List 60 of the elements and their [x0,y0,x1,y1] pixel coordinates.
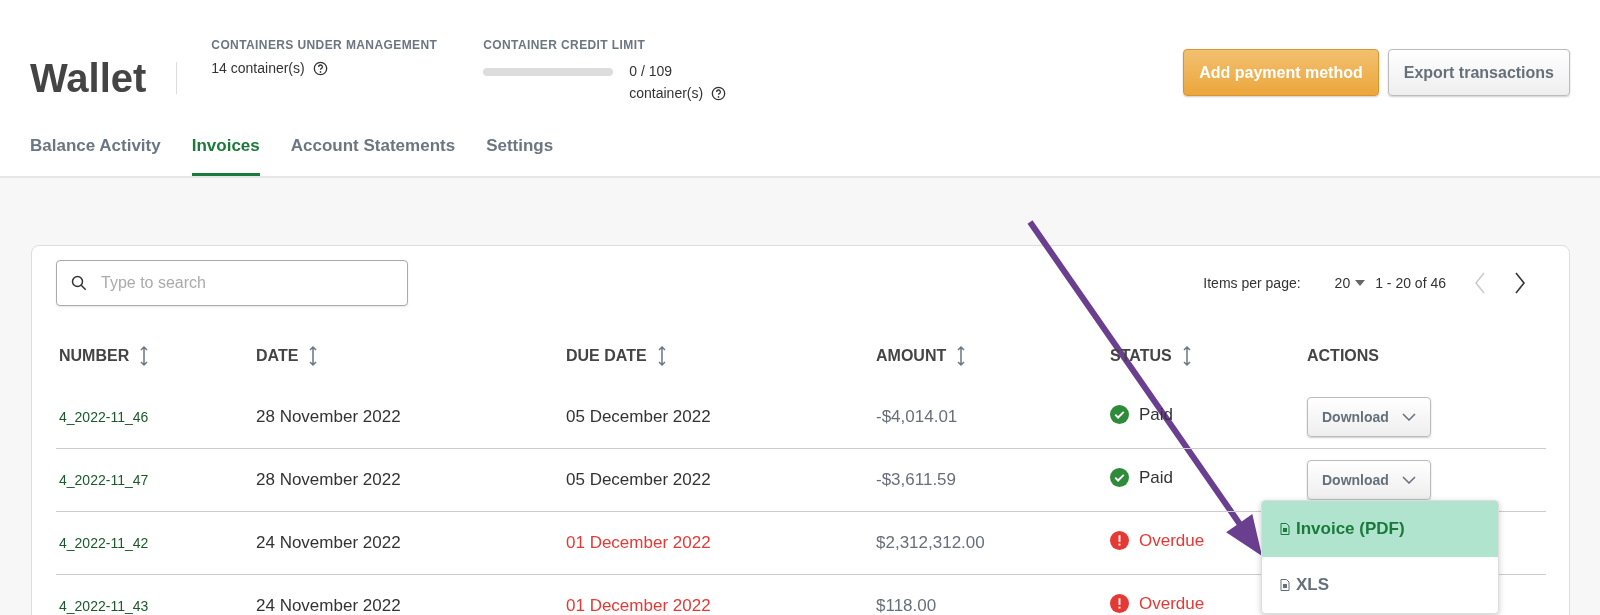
check-circle-icon [1110,468,1129,488]
alert-circle-icon [1110,531,1129,551]
help-icon[interactable] [312,60,328,76]
stat-label: CONTAINERS UNDER MANAGEMENT [211,38,438,52]
sort-icon[interactable] [139,345,150,367]
due-date-cell: 01 December 2022 [566,533,711,552]
sort-icon[interactable] [656,345,667,367]
due-date-cell: 05 December 2022 [566,470,711,489]
column-header[interactable]: DATE [256,347,299,365]
tab[interactable]: Settings [486,136,554,176]
column-header[interactable]: DUE DATE [566,347,647,365]
amount-cell: $118.00 [876,596,937,615]
document-icon [1280,523,1290,535]
amount-cell: -$3,611.59 [876,470,957,489]
date-cell: 24 November 2022 [256,533,401,552]
download-button[interactable]: Download [1307,460,1431,500]
page-title: Wallet [30,62,178,94]
download-button[interactable]: Download [1307,397,1431,437]
tab[interactable]: Account Statements [290,136,456,176]
menu-item[interactable]: Invoice (PDF) [1262,501,1498,557]
amount-cell: $2,312,312.00 [876,533,985,552]
sort-icon[interactable] [1181,345,1192,367]
invoice-number-link[interactable]: 4_2022-11_46 [59,409,149,425]
chevron-down-icon [1401,413,1416,421]
page-range: 1 - 20 of 46 [1375,275,1446,291]
tab[interactable]: Invoices [191,136,260,176]
invoice-number-link[interactable]: 4_2022-11_42 [59,535,149,551]
check-circle-icon [1110,405,1129,425]
caret-icon [1355,280,1366,286]
stat-label: CONTAINER CREDIT LIMIT [483,38,647,52]
search-field[interactable]: Type to search [56,260,408,306]
date-cell: 28 November 2022 [256,470,401,489]
sort-icon[interactable] [308,345,319,367]
tab[interactable]: Balance Activity [30,136,161,176]
status-label: Overdue [1139,593,1205,614]
due-date-cell: 01 December 2022 [566,596,711,615]
export-button[interactable]: Export transactions [1387,49,1570,96]
page-size-select[interactable]: 20 [1334,275,1366,291]
menu-item[interactable]: XLS [1262,557,1498,613]
stat-value: 14 container(s) [211,60,305,76]
column-header[interactable]: NUMBER [59,347,130,365]
status-label: Overdue [1139,530,1205,551]
date-cell: 24 November 2022 [256,596,401,615]
column-header: ACTIONS [1307,347,1379,365]
stat-value: 0 / 109 [629,62,674,81]
status-label: Paid [1139,467,1174,488]
document-icon [1280,579,1290,591]
help-icon[interactable] [711,85,727,101]
sort-icon[interactable] [956,345,967,367]
search-icon [71,275,87,291]
due-date-cell: 05 December 2022 [566,407,711,426]
items-per-page-label: Items per page: [1203,275,1301,291]
date-cell: 28 November 2022 [256,407,401,426]
column-header[interactable]: AMOUNT [876,347,947,365]
invoice-number-link[interactable]: 4_2022-11_43 [59,598,149,614]
chevron-down-icon [1401,476,1416,484]
stat-value: container(s) [629,84,704,103]
invoice-number-link[interactable]: 4_2022-11_47 [59,472,149,488]
amount-cell: -$4,014.01 [876,407,958,426]
next-page-icon[interactable] [1514,272,1526,294]
